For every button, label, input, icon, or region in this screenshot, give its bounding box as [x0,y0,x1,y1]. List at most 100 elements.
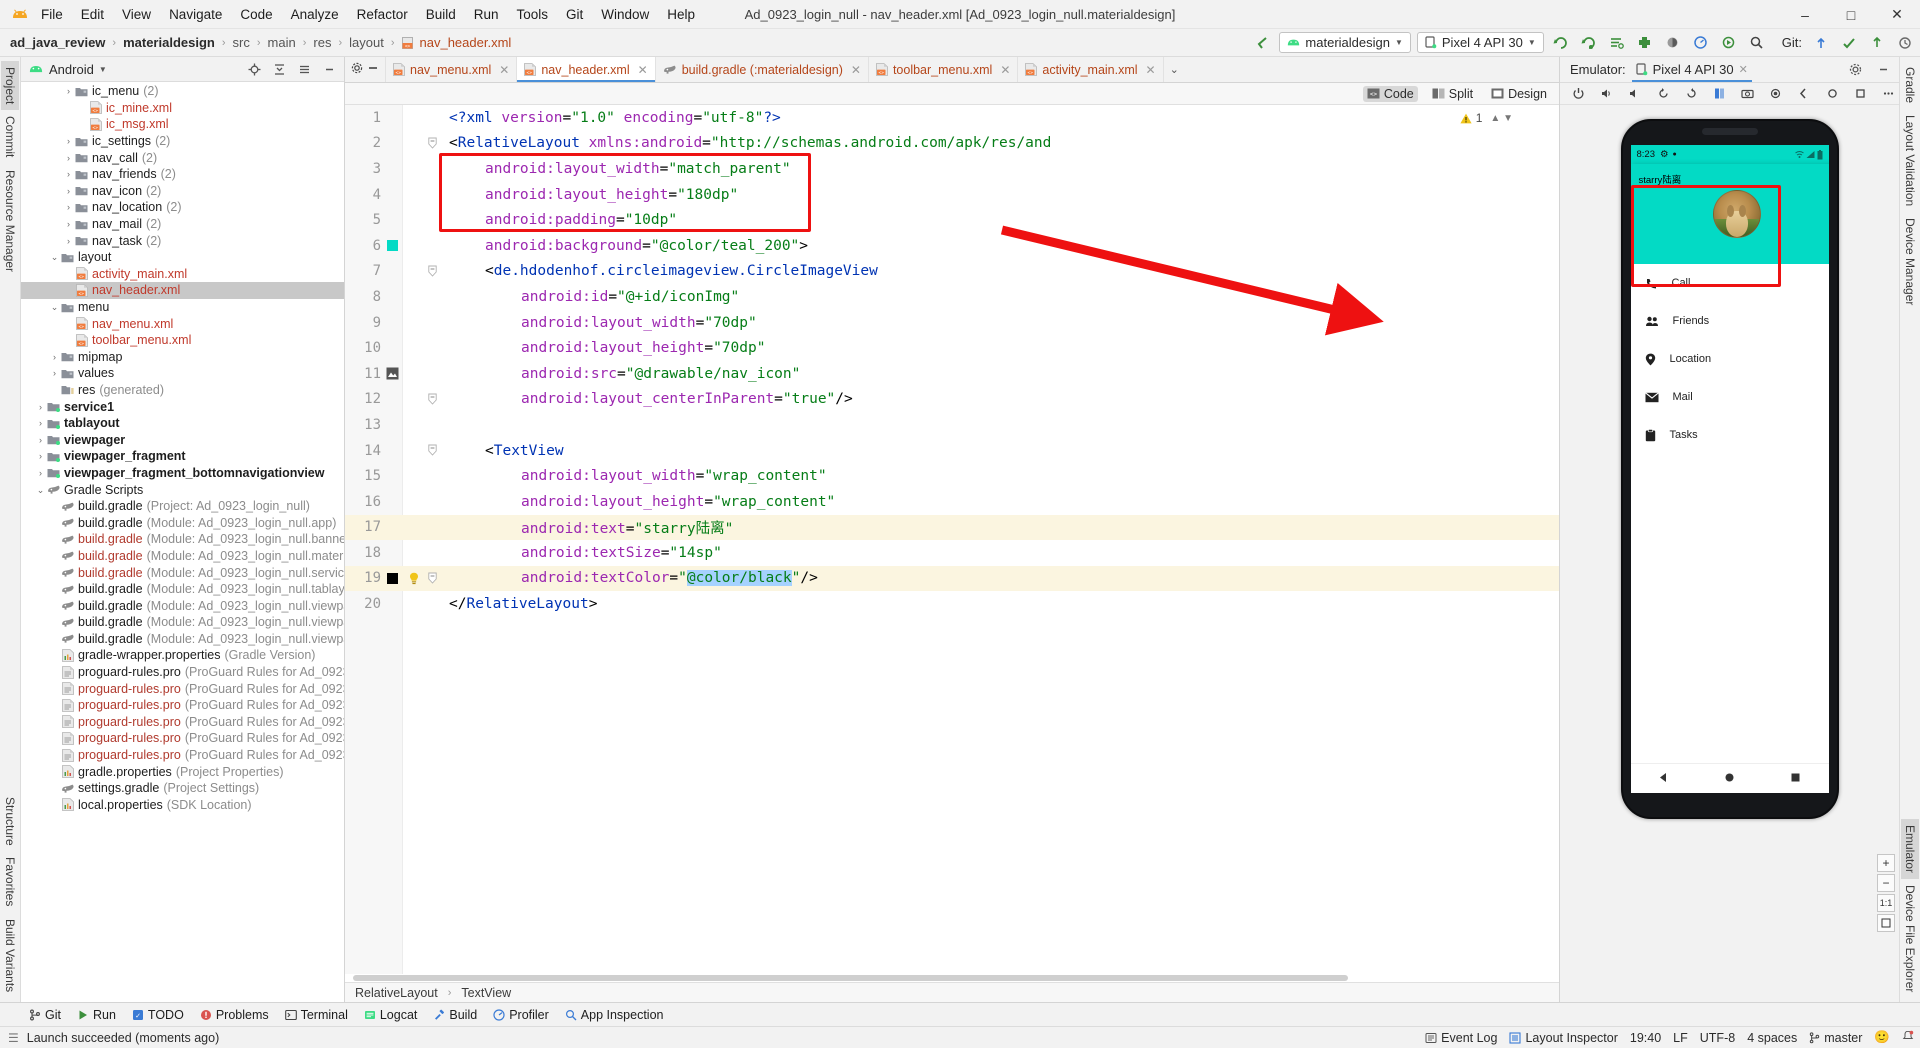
module-selector[interactable]: materialdesign ▼ [1279,32,1411,53]
tree-item[interactable]: proguard-rules.pro (ProGuard Rules for Ad… [21,714,344,731]
code-text[interactable]: android:layout_height="180dp" [439,187,738,203]
close-icon[interactable]: ✕ [1739,63,1748,76]
tree-item[interactable]: <> nav_menu.xml [21,315,344,332]
tool-window-build-variants[interactable]: Build Variants [1,913,19,998]
git-branch-widget[interactable]: master [1809,1031,1862,1045]
zoom-actual-size-button[interactable]: 1:1 [1877,894,1895,912]
maximize-button[interactable]: □ [1828,0,1874,29]
menu-code[interactable]: Code [231,5,281,24]
menu-view[interactable]: View [113,5,160,24]
code-line[interactable]: 14 <TextView [345,438,1559,464]
code-text[interactable]: android:layout_height="wrap_content" [439,494,835,510]
breadcrumb-layout[interactable]: layout [347,35,386,50]
layout-inspector-button[interactable]: Layout Inspector [1509,1031,1618,1045]
code-line[interactable]: 5 android:padding="10dp" [345,207,1559,233]
bottom-breadcrumb-relativelayout[interactable]: RelativeLayout [355,986,438,1000]
feedback-happy-icon[interactable]: 🙂 [1874,1030,1890,1045]
chevron-right-icon[interactable]: › [35,415,46,431]
code-line[interactable]: 7 <de.hdodenhof.circleimageview.CircleIma… [345,259,1559,285]
chevron-down-icon[interactable]: ⌄ [49,299,60,315]
code-text[interactable]: <?xml version="1.0" encoding="utf-8"?> [439,110,781,126]
menu-build[interactable]: Build [417,5,465,24]
breadcrumb-src[interactable]: src [231,35,252,50]
drawer-item-tasks[interactable]: Tasks [1631,416,1829,454]
bottom-tab-todo[interactable]: ✓ TODO [125,1006,191,1024]
editor-tab-row[interactable]: <> nav_menu.xml ✕ <> nav_header.xml ✕ build.gr… [345,57,1559,83]
chevron-right-icon[interactable]: › [35,465,46,481]
tree-item[interactable]: local.properties (SDK Location) [21,797,344,814]
tree-item[interactable]: build.gradle (Module: Ad_0923_login_null.… [21,514,344,531]
code-line[interactable]: 11 android:src="@drawable/nav_icon" [345,361,1559,387]
code-text[interactable]: android:textColor="@color/black"/> [439,570,818,587]
scrollbar-thumb[interactable] [353,975,1349,981]
close-icon[interactable]: ✕ [638,63,648,77]
code-text[interactable]: android:textSize="14sp" [439,545,722,561]
chevron-right-icon[interactable]: › [63,216,74,232]
code-line[interactable]: 16 android:layout_height="wrap_content" [345,489,1559,515]
bottom-tab-build[interactable]: Build [426,1006,484,1024]
line-separator[interactable]: LF [1673,1031,1688,1045]
tree-item[interactable]: build.gradle (Module: Ad_0923_login_null.… [21,548,344,565]
tree-item[interactable]: ⌄ layout [21,249,344,266]
code-text[interactable]: <RelativeLayout xmlns:android="http://sc… [439,135,1051,151]
tree-item[interactable]: <> activity_main.xml [21,266,344,283]
event-log-button[interactable]: Event Log [1425,1031,1497,1045]
settings-gear-icon[interactable] [351,62,363,77]
run-anything-icon[interactable] [1718,32,1740,54]
breadcrumb-res[interactable]: res [311,35,333,50]
fold-marker-icon[interactable] [425,137,439,150]
code-text[interactable]: android:layout_width="70dp" [439,315,757,331]
close-icon[interactable]: ✕ [1000,63,1010,77]
code-text[interactable]: <TextView [439,443,564,459]
code-text[interactable]: <de.hdodenhof.circleimageview.CircleImag… [439,263,878,279]
code-line[interactable]: 20 </RelativeLayout> [345,591,1559,617]
tool-window-structure[interactable]: Structure [1,791,19,852]
tool-window-favorites[interactable]: Favorites [1,851,19,912]
sdk-manager-icon[interactable] [1634,32,1656,54]
zoom-in-button[interactable]: + [1877,854,1895,872]
menu-refactor[interactable]: Refactor [348,5,417,24]
settings-gear-icon[interactable] [1844,59,1866,81]
tree-item[interactable]: build.gradle (Project: Ad_0923_login_null… [21,498,344,515]
tree-item[interactable]: proguard-rules.pro (ProGuard Rules for Ad… [21,730,344,747]
code-line[interactable]: 18 android:textSize="14sp" [345,540,1559,566]
menu-file[interactable]: File [32,5,72,24]
breadcrumb-main[interactable]: main [266,35,298,50]
code-text[interactable]: android:layout_width="wrap_content" [439,468,827,484]
emulator-screen-area[interactable]: 8:23 ⚙ ● ⋮ [1560,105,1899,1002]
tool-window-emulator[interactable]: Emulator [1901,818,1919,879]
drawer-item-call[interactable]: Call [1631,264,1829,302]
editor-tab[interactable]: <> nav_menu.xml ✕ [386,57,518,82]
bottom-tab-logcat[interactable]: Logcat [357,1006,425,1024]
tree-item[interactable]: › nav_task (2) [21,232,344,249]
close-icon[interactable]: ✕ [499,63,509,77]
bottom-tab-terminal[interactable]: Terminal [278,1006,355,1024]
close-button[interactable]: ✕ [1874,0,1920,29]
chevron-right-icon[interactable]: › [49,365,60,381]
android-nav-bar[interactable] [1630,763,1829,793]
view-mode-split[interactable]: Split [1428,86,1477,102]
bottom-tab-app-inspection[interactable]: App Inspection [558,1006,671,1024]
tree-item[interactable]: gradle.properties (Project Properties) [21,763,344,780]
code-line[interactable]: 3 android:layout_width="match_parent" [345,156,1559,182]
hide-panel-icon[interactable] [318,58,340,80]
tool-window-project[interactable]: Project [1,61,19,111]
tree-item[interactable]: build.gradle (Module: Ad_0923_login_null.… [21,531,344,548]
fold-marker-icon[interactable] [425,444,439,457]
chevron-right-icon[interactable]: › [63,166,74,182]
tree-item[interactable]: › viewpager_fragment_bottomnavigationview [21,465,344,482]
code-line[interactable]: 19 android:textColor="@color/black"/> [345,565,1559,592]
fold-marker-icon[interactable] [425,572,439,585]
tree-item[interactable]: › nav_icon (2) [21,183,344,200]
chevron-right-icon[interactable]: › [63,133,74,149]
tree-item[interactable]: › ic_menu (2) [21,83,344,100]
fold-marker-icon[interactable] [425,265,439,278]
indent-setting[interactable]: 4 spaces [1747,1031,1797,1045]
tree-item[interactable]: gradle-wrapper.properties (Gradle Version… [21,647,344,664]
git-history-icon[interactable] [1894,32,1916,54]
fold-marker-icon[interactable] [425,393,439,406]
tree-item[interactable]: › service1 [21,398,344,415]
code-line[interactable]: 9 android:layout_width="70dp" [345,310,1559,336]
minimize-button[interactable]: – [1782,0,1828,29]
tree-item[interactable]: build.gradle (Module: Ad_0923_login_null.… [21,564,344,581]
